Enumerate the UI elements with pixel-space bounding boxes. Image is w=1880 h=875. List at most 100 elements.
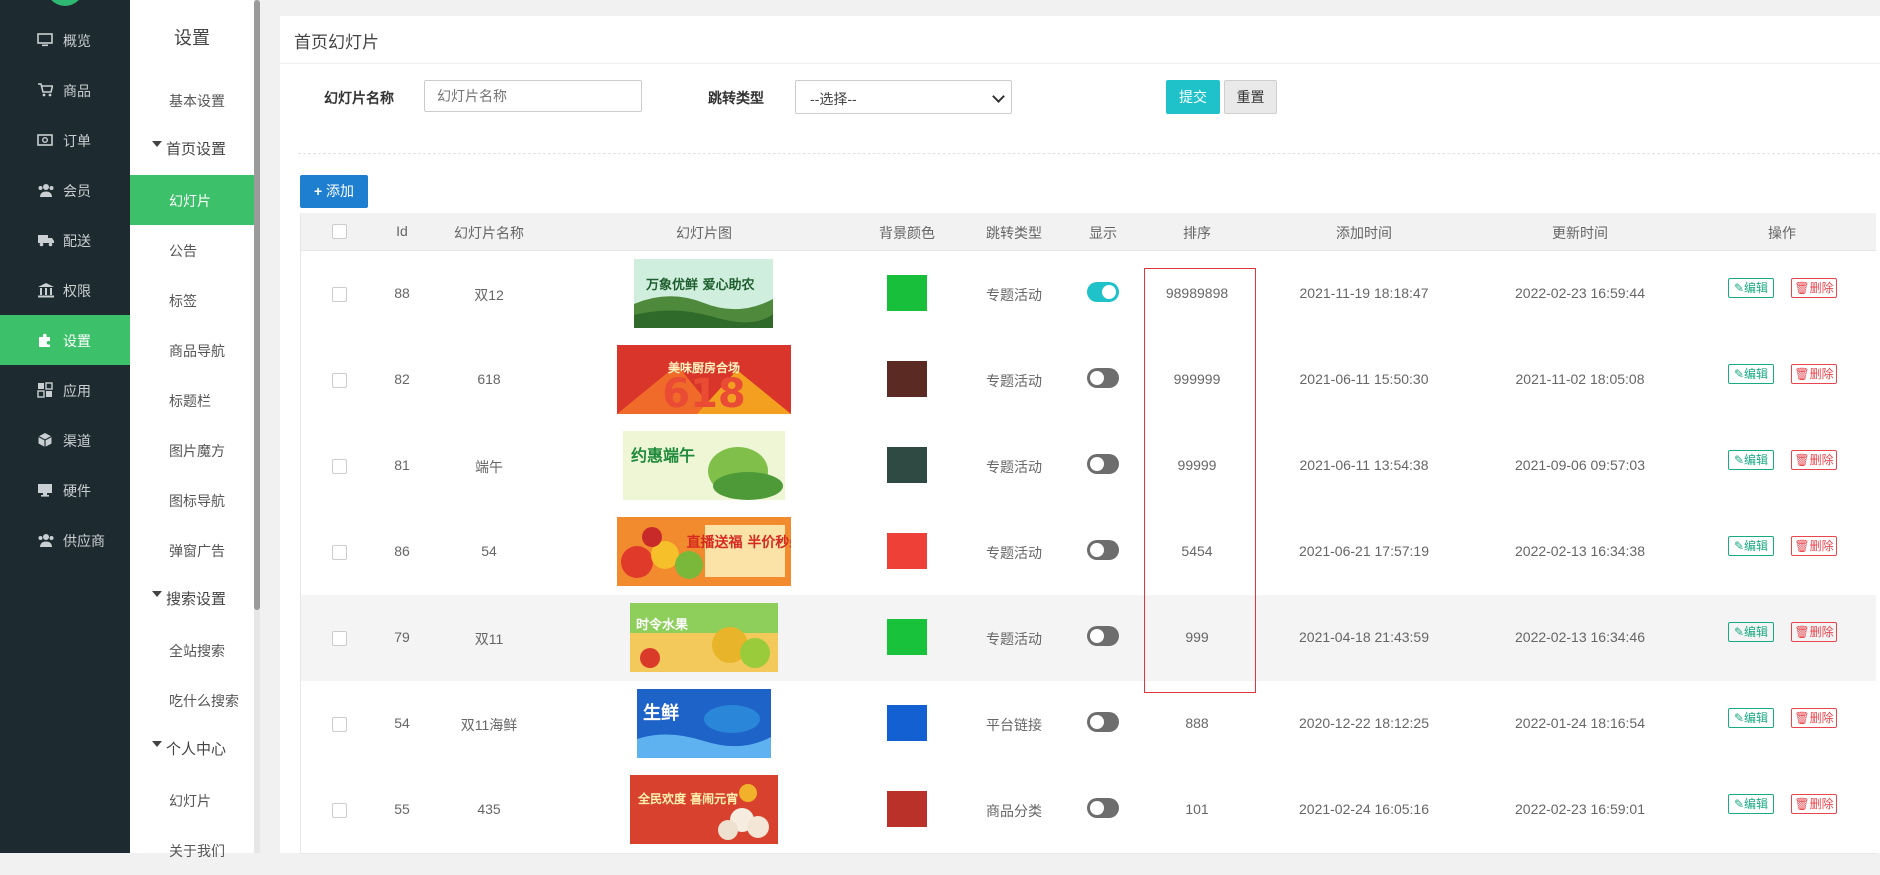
show-toggle[interactable]: [1087, 712, 1119, 732]
row-checkbox[interactable]: [332, 287, 347, 302]
nav-item-settings[interactable]: 设置: [0, 315, 130, 365]
show-toggle[interactable]: [1087, 798, 1119, 818]
cart-icon: [38, 83, 53, 97]
delete-button[interactable]: 🗑删除: [1791, 364, 1837, 384]
show-toggle[interactable]: [1087, 282, 1119, 302]
toggle-knob: [1090, 457, 1104, 471]
subnav-scrollbar-thumb[interactable]: [254, 0, 260, 610]
row-checkbox[interactable]: [332, 717, 347, 732]
row-checkbox[interactable]: [332, 459, 347, 474]
show-toggle[interactable]: [1087, 626, 1119, 646]
add-button[interactable]: + 添加: [300, 175, 368, 208]
subnav-label: 吃什么搜索: [169, 693, 239, 709]
bg-color-swatch: [887, 361, 927, 397]
nav-item-products[interactable]: 商品: [0, 65, 130, 115]
users-icon: [38, 184, 54, 197]
row-checkbox[interactable]: [332, 631, 347, 646]
trash-icon: 🗑: [1794, 281, 1810, 295]
toggle-knob: [1090, 801, 1104, 815]
divider: [298, 153, 1880, 154]
show-toggle[interactable]: [1087, 454, 1119, 474]
subnav-item-about[interactable]: 关于我们: [130, 825, 254, 875]
slide-thumbnail[interactable]: 约惠端午: [623, 431, 785, 500]
delete-button[interactable]: 🗑删除: [1791, 450, 1837, 470]
delete-button[interactable]: 🗑删除: [1791, 794, 1837, 814]
subnav-item-slides[interactable]: 幻灯片: [130, 175, 254, 225]
slide-thumbnail[interactable]: 直播送福 半价秒杀: [617, 517, 791, 586]
slide-thumbnail[interactable]: 万象优鲜 爱心助农: [634, 259, 773, 328]
subnav-item-food-search[interactable]: 吃什么搜索: [130, 675, 254, 725]
edit-label: 编辑: [1744, 797, 1769, 811]
subnav-label: 弹窗广告: [169, 543, 225, 559]
subnav-group-personal[interactable]: 个人中心: [130, 734, 254, 764]
nav-item-orders[interactable]: 订单: [0, 115, 130, 165]
subnav-group-label: 个人中心: [166, 741, 227, 758]
edit-button[interactable]: ✎编辑: [1728, 450, 1774, 470]
jump-type-select[interactable]: --选择--: [795, 80, 1012, 114]
subnav-item-site-search[interactable]: 全站搜索: [130, 625, 254, 675]
nav-item-overview[interactable]: 概览: [0, 15, 130, 65]
slide-thumbnail[interactable]: 全民欢度 喜闹元宵: [630, 775, 778, 844]
slide-thumbnail[interactable]: 时令水果: [630, 603, 778, 672]
delete-button[interactable]: 🗑删除: [1791, 708, 1837, 728]
submit-button[interactable]: 提交: [1166, 80, 1220, 114]
cell-sort: 888: [1185, 715, 1209, 731]
nav-item-members[interactable]: 会员: [0, 165, 130, 215]
nav-item-delivery[interactable]: 配送: [0, 215, 130, 265]
main-panel: 首页幻灯片 幻灯片名称 跳转类型 --选择-- 提交 重置 + 添加 Id 幻灯…: [280, 16, 1880, 854]
subnav-item-product-nav[interactable]: 商品导航: [130, 325, 254, 375]
reset-button[interactable]: 重置: [1224, 80, 1277, 114]
slide-name-input[interactable]: [424, 80, 642, 112]
trash-icon: 🗑: [1794, 625, 1810, 639]
show-toggle[interactable]: [1087, 368, 1119, 388]
nav-item-suppliers[interactable]: 供应商: [0, 515, 130, 565]
subnav-item-basic[interactable]: 基本设置: [130, 75, 254, 125]
edit-button[interactable]: ✎编辑: [1728, 708, 1774, 728]
subnav-item-icon-nav[interactable]: 图标导航: [130, 475, 254, 525]
table-row: 54 双11海鲜 生鲜 平台链接 888 2020-12-22 18:12:25…: [301, 681, 1876, 768]
select-all-checkbox[interactable]: [332, 224, 347, 239]
nav-item-channels[interactable]: 渠道: [0, 415, 130, 465]
chevron-down-icon: [992, 90, 1005, 103]
subnav-item-tags[interactable]: 标签: [130, 275, 254, 325]
delete-button[interactable]: 🗑删除: [1791, 278, 1837, 298]
banner-text: 生鲜: [643, 702, 679, 724]
bg-color-swatch: [887, 447, 927, 483]
delete-button[interactable]: 🗑删除: [1791, 536, 1837, 556]
toggle-knob: [1090, 543, 1104, 557]
slide-thumbnail[interactable]: 生鲜: [637, 689, 771, 758]
add-button-label: 添加: [326, 183, 355, 199]
subnav-item-personal-slides[interactable]: 幻灯片: [130, 775, 254, 825]
edit-button[interactable]: ✎编辑: [1728, 622, 1774, 642]
cube-icon: [38, 433, 52, 447]
row-checkbox[interactable]: [332, 373, 347, 388]
show-toggle[interactable]: [1087, 540, 1119, 560]
row-checkbox[interactable]: [332, 803, 347, 818]
delete-button[interactable]: 🗑删除: [1791, 622, 1837, 642]
nav-item-apps[interactable]: 应用: [0, 365, 130, 415]
subnav-item-popup-ad[interactable]: 弹窗广告: [130, 525, 254, 575]
cell-name: 618: [477, 371, 501, 387]
subnav-label: 标签: [169, 293, 197, 309]
nav-item-permissions[interactable]: 权限: [0, 265, 130, 315]
banner-text: 美味厨房合场: [668, 360, 740, 375]
row-checkbox[interactable]: [332, 545, 347, 560]
cell-id: 86: [394, 543, 410, 559]
subnav-item-image-cube[interactable]: 图片魔方: [130, 425, 254, 475]
subnav-group-search[interactable]: 搜索设置: [130, 584, 254, 614]
subnav-label: 商品导航: [169, 343, 225, 359]
nav-item-hardware[interactable]: 硬件: [0, 465, 130, 515]
subnav-group-label: 首页设置: [166, 141, 227, 158]
subnav-group-home[interactable]: 首页设置: [130, 134, 254, 164]
edit-button[interactable]: ✎编辑: [1728, 536, 1774, 556]
delete-label: 删除: [1809, 453, 1834, 467]
edit-icon: ✎: [1733, 539, 1745, 553]
edit-button[interactable]: ✎编辑: [1728, 278, 1774, 298]
subnav-item-notice[interactable]: 公告: [130, 225, 254, 275]
subnav-item-titlebar[interactable]: 标题栏: [130, 375, 254, 425]
edit-button[interactable]: ✎编辑: [1728, 364, 1774, 384]
subnav-label: 公告: [169, 243, 197, 259]
banner-text: 直播送福 半价秒杀: [687, 534, 791, 551]
edit-button[interactable]: ✎编辑: [1728, 794, 1774, 814]
slide-thumbnail[interactable]: 618 美味厨房合场: [617, 345, 791, 414]
